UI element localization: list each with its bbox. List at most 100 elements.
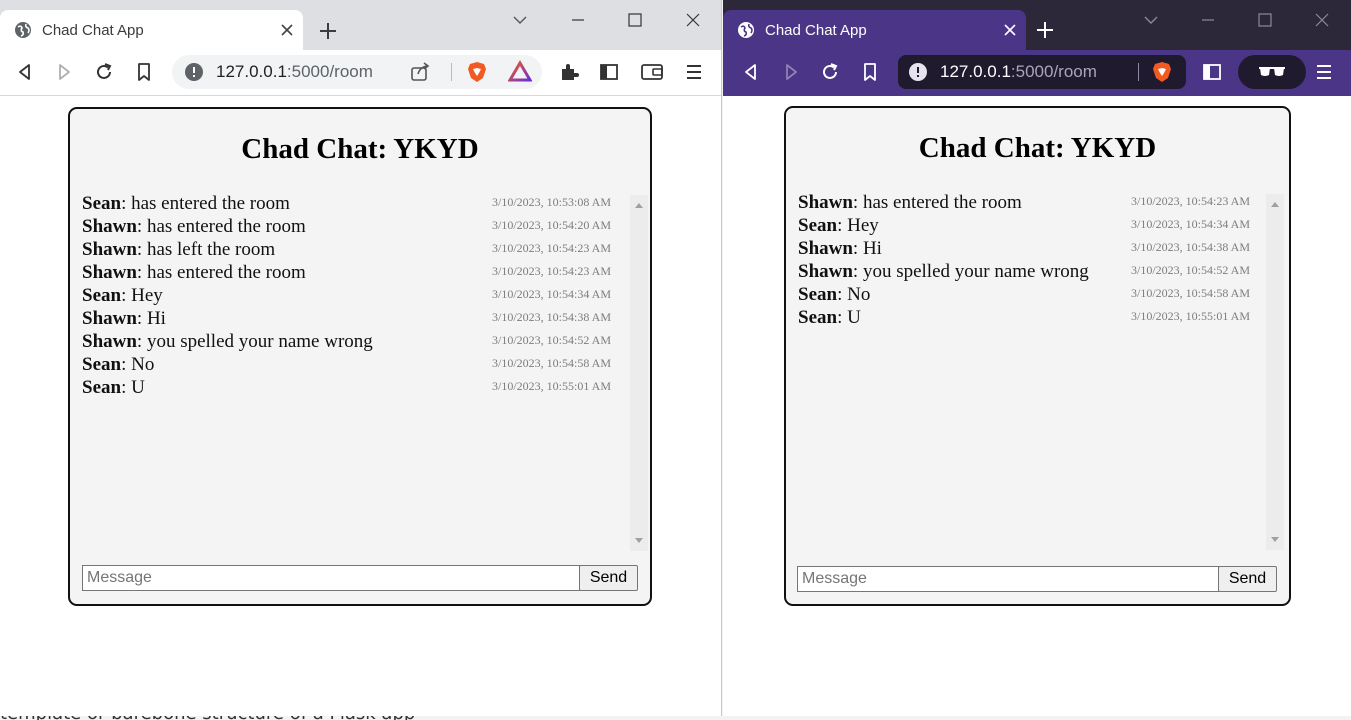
window-close-icon[interactable] (683, 10, 703, 30)
list-item: Shawn: has entered the room 3/10/2023, 10… (82, 262, 611, 285)
message-text: : has left the room (136, 239, 276, 260)
info-icon[interactable] (184, 62, 204, 82)
scroll-up-arrow-icon[interactable] (1271, 202, 1279, 207)
message-timestamp: 3/10/2023, 10:54:58 AM (492, 356, 612, 370)
close-icon[interactable] (1002, 22, 1018, 38)
message-user: Sean (798, 284, 838, 305)
sidebar-icon[interactable] (1201, 61, 1223, 83)
plus-icon[interactable] (318, 21, 338, 41)
list-item: Shawn: you spelled your name wrong 3/10/2… (82, 331, 611, 354)
scroll-up-arrow-icon[interactable] (635, 203, 643, 208)
share-icon[interactable] (409, 61, 431, 83)
message-list: Shawn: has entered the room 3/10/2023, 10… (798, 192, 1250, 330)
message-timestamp: 3/10/2023, 10:54:23 AM (492, 264, 612, 278)
message-text: : you spelled your name wrong (852, 261, 1089, 282)
address-bar[interactable]: 127.0.0.1:5000/room (172, 55, 542, 89)
message-user: Shawn (82, 331, 137, 352)
sidebar-icon[interactable] (598, 61, 620, 83)
list-item: Sean: Hey 3/10/2023, 10:54:34 AM (798, 215, 1250, 238)
send-button[interactable]: Send (1218, 566, 1277, 592)
wallet-icon[interactable] (640, 61, 664, 83)
url-host: 127.0.0.1 (216, 62, 287, 81)
browser-window-dark: Chad Chat App 127.0.0.1:5000/room Chad C… (723, 0, 1351, 716)
chat-box: Chad Chat: YKYD Sean: has entered the ro… (68, 107, 652, 606)
reload-icon[interactable] (819, 61, 841, 83)
minimize-icon[interactable] (568, 10, 588, 30)
list-item: Shawn: you spelled your name wrong 3/10/2… (798, 261, 1250, 284)
globe-icon (15, 22, 31, 38)
message-scrollbar[interactable] (1266, 194, 1284, 550)
back-icon[interactable] (740, 61, 762, 83)
titlebar: Chad Chat App (723, 0, 1351, 50)
message-text: : Hi (136, 308, 166, 329)
message-user: Shawn (798, 238, 853, 259)
message-timestamp: 3/10/2023, 10:54:58 AM (1131, 286, 1251, 300)
plus-icon[interactable] (1035, 20, 1055, 40)
tab-chad-chat[interactable]: Chad Chat App (723, 10, 1026, 50)
list-item: Sean: U 3/10/2023, 10:55:01 AM (798, 307, 1250, 330)
message-user: Sean (82, 354, 122, 375)
message-timestamp: 3/10/2023, 10:53:08 AM (492, 195, 612, 209)
forward-icon[interactable] (780, 61, 802, 83)
message-text: : No (837, 284, 871, 305)
page-content: Chad Chat: YKYD Shawn: has entered the r… (723, 96, 1351, 716)
scroll-down-arrow-icon[interactable] (1271, 537, 1279, 542)
brave-rewards-icon[interactable] (508, 60, 532, 84)
window-close-icon[interactable] (1312, 10, 1332, 30)
tab-chad-chat[interactable]: Chad Chat App (0, 10, 303, 50)
tab-title: Chad Chat App (42, 21, 144, 39)
puzzle-icon[interactable] (558, 61, 580, 83)
private-window-badge[interactable] (1238, 55, 1306, 89)
menu-icon[interactable] (683, 61, 705, 83)
menu-icon[interactable] (1313, 61, 1335, 83)
reload-icon[interactable] (93, 61, 115, 83)
bookmark-icon[interactable] (859, 61, 881, 83)
scroll-down-arrow-icon[interactable] (635, 538, 643, 543)
private-glasses-icon (1259, 67, 1285, 76)
bookmark-icon[interactable] (133, 61, 155, 83)
message-text: : Hey (837, 215, 879, 236)
message-user: Sean (82, 377, 122, 398)
list-item: Shawn: has entered the room 3/10/2023, 10… (82, 216, 611, 239)
list-item: Sean: U 3/10/2023, 10:55:01 AM (82, 377, 611, 400)
brave-shield-icon[interactable] (465, 60, 489, 84)
send-button[interactable]: Send (579, 565, 638, 591)
minimize-icon[interactable] (1198, 10, 1218, 30)
message-text: : Hey (121, 285, 163, 306)
list-item: Sean: No 3/10/2023, 10:54:58 AM (798, 284, 1250, 307)
message-timestamp: 3/10/2023, 10:54:23 AM (1131, 194, 1251, 208)
url-divider (1138, 63, 1139, 81)
message-timestamp: 3/10/2023, 10:55:01 AM (1131, 309, 1251, 323)
url-host: 127.0.0.1 (940, 62, 1011, 81)
message-user: Shawn (82, 262, 137, 283)
address-bar[interactable]: 127.0.0.1:5000/room (898, 55, 1186, 89)
back-icon[interactable] (14, 61, 36, 83)
info-icon[interactable] (908, 62, 928, 82)
brave-shield-icon[interactable] (1150, 60, 1174, 84)
close-icon[interactable] (279, 22, 295, 38)
message-user: Shawn (82, 216, 137, 237)
message-text: : U (121, 377, 145, 398)
forward-icon[interactable] (53, 61, 75, 83)
chevron-down-icon[interactable] (510, 10, 530, 30)
url-path: :5000/room (1010, 62, 1097, 81)
message-input[interactable] (797, 566, 1219, 592)
maximize-icon[interactable] (1255, 10, 1275, 30)
message-user: Sean (798, 307, 838, 328)
list-item: Sean: Hey 3/10/2023, 10:54:34 AM (82, 285, 611, 308)
list-item: Shawn: Hi 3/10/2023, 10:54:38 AM (798, 238, 1250, 261)
maximize-icon[interactable] (625, 10, 645, 30)
message-timestamp: 3/10/2023, 10:54:20 AM (492, 218, 612, 232)
message-input[interactable] (82, 565, 580, 591)
message-user: Sean (798, 215, 838, 236)
message-timestamp: 3/10/2023, 10:55:01 AM (492, 379, 612, 393)
message-scrollbar[interactable] (630, 195, 648, 551)
message-user: Shawn (82, 308, 137, 329)
message-timestamp: 3/10/2023, 10:54:34 AM (492, 287, 612, 301)
message-user: Sean (82, 285, 122, 306)
chevron-down-icon[interactable] (1141, 10, 1161, 30)
message-list: Sean: has entered the room 3/10/2023, 10:… (82, 193, 611, 400)
chat-box: Chad Chat: YKYD Shawn: has entered the r… (784, 106, 1291, 606)
list-item: Shawn: Hi 3/10/2023, 10:54:38 AM (82, 308, 611, 331)
message-user: Sean (82, 193, 122, 214)
